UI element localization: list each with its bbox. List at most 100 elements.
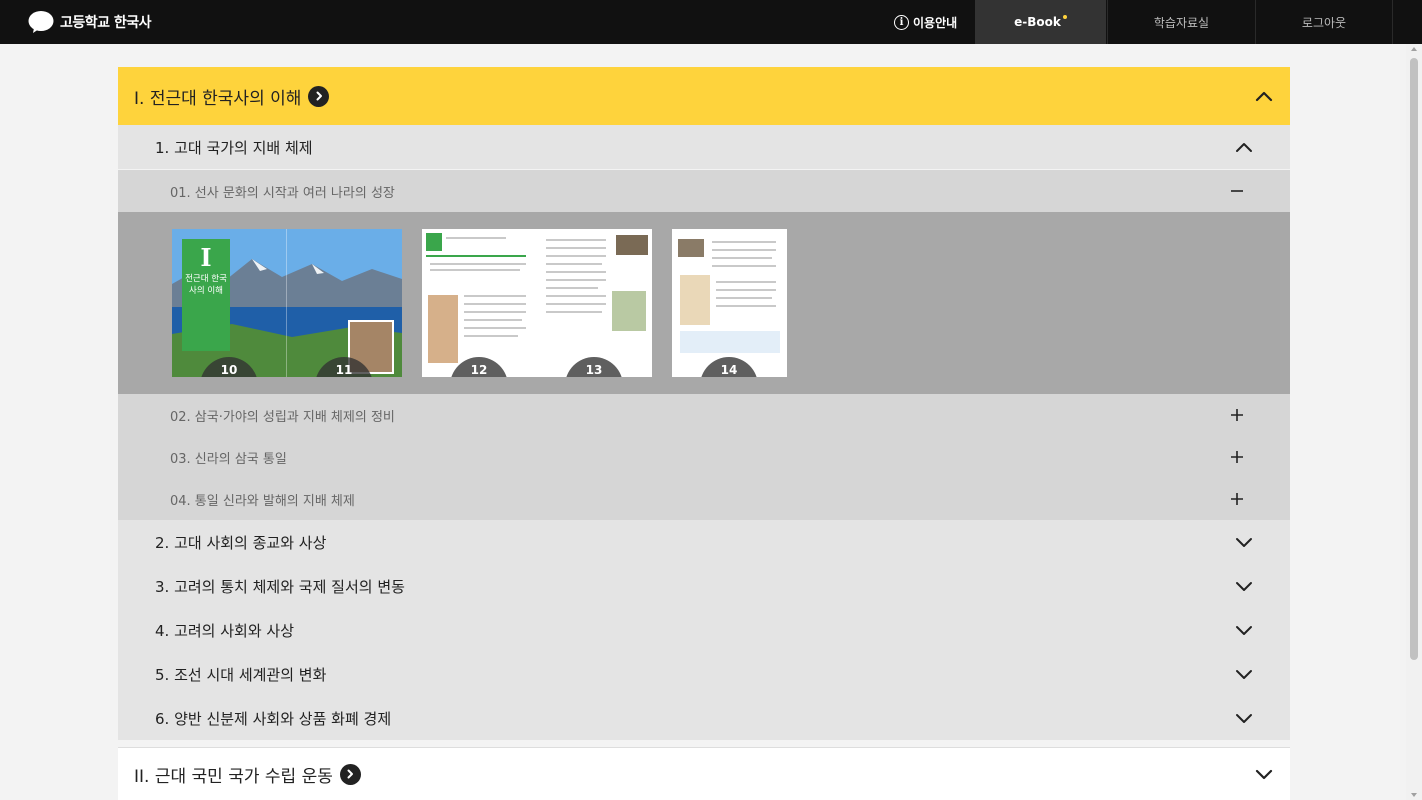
section-title: 03. 신라의 삼국 통일 (170, 451, 287, 467)
chevron-down-icon[interactable] (1234, 708, 1254, 728)
arrow-right-circle-icon[interactable] (308, 85, 330, 107)
tab-ebook[interactable]: e-Book (975, 0, 1106, 44)
section-title: 01. 선사 문화의 시작과 여러 나라의 성장 (170, 185, 395, 201)
section-row[interactable]: 02. 삼국·가야의 성립과 지배 체제의 정비 (118, 394, 1290, 436)
section-row[interactable]: 03. 신라의 삼국 통일 (118, 436, 1290, 478)
text-line (446, 237, 506, 239)
chapter-title: 6. 양반 신분제 사회와 상품 화폐 경제 (155, 709, 392, 728)
page-number-badge[interactable]: 12 (450, 357, 508, 377)
plus-icon[interactable] (1230, 408, 1244, 422)
info-icon: i (894, 14, 909, 30)
page-number-badge[interactable]: 13 (565, 357, 623, 377)
chevron-down-icon[interactable] (1234, 576, 1254, 596)
page-scrollbar[interactable] (1406, 44, 1422, 800)
text-line (716, 281, 776, 283)
text-line (546, 271, 606, 273)
chevron-down-icon[interactable] (1234, 532, 1254, 552)
chapter-number-block (426, 233, 442, 251)
app-title: 고등학교 한국사 (60, 15, 152, 31)
speech-bubble-logo-icon (28, 11, 54, 33)
unit-title: I. 전근대 한국사의 이해 (134, 88, 302, 109)
section-title: 04. 통일 신라와 발해의 지배 체제 (170, 493, 355, 509)
chapter-title: 3. 고려의 통치 체제와 국제 질서의 변동 (155, 577, 405, 596)
text-line (712, 249, 776, 251)
page-spread-12-13[interactable]: 12 13 (422, 229, 652, 377)
cover-unit-numeral: I (200, 243, 212, 272)
page-number-badge[interactable]: 14 (700, 357, 758, 377)
text-line (546, 287, 598, 289)
text-line (464, 327, 526, 329)
plus-icon[interactable] (1230, 492, 1244, 506)
text-line (464, 319, 522, 321)
chevron-up-icon[interactable] (1254, 86, 1274, 106)
text-line (464, 335, 518, 337)
chapter-row[interactable]: 4. 고려의 사회와 사상 (118, 608, 1290, 652)
page-thumbnails-panel: I 전근대 한국사의 이해 10 11 12 13 14 (118, 212, 1290, 394)
guide-link[interactable]: i 이용안내 (894, 0, 957, 44)
text-line (464, 303, 526, 305)
top-navigation-bar: 고등학교 한국사 i 이용안내 e-Book 학습자료실 로그아웃 (0, 0, 1422, 44)
chevron-down-icon[interactable] (1254, 764, 1274, 784)
chapter-title: 2. 고대 사회의 종교와 사상 (155, 533, 327, 552)
text-line (464, 295, 526, 297)
minus-icon[interactable] (1230, 184, 1244, 198)
text-line (430, 263, 526, 265)
chapter-row[interactable]: 3. 고려의 통치 체제와 국제 질서의 변동 (118, 564, 1290, 608)
scroll-down-arrow-icon[interactable] (1411, 793, 1417, 797)
guide-label: 이용안내 (913, 15, 958, 30)
text-line (546, 239, 606, 241)
map-illustration (612, 291, 646, 331)
unit-header-1[interactable]: I. 전근대 한국사의 이해 (118, 67, 1290, 125)
text-line (546, 279, 606, 281)
chevron-up-icon[interactable] (1234, 137, 1254, 157)
new-indicator-dot (1062, 15, 1067, 19)
section-title: 02. 삼국·가야의 성립과 지배 체제의 정비 (170, 409, 395, 425)
tab-study-materials-label: 학습자료실 (1153, 15, 1210, 30)
scroll-up-arrow-icon[interactable] (1411, 47, 1417, 51)
chevron-down-icon[interactable] (1234, 664, 1254, 684)
text-line (426, 255, 526, 257)
chapter-row[interactable]: 2. 고대 사회의 종교와 사상 (118, 520, 1290, 564)
section-row[interactable]: 01. 선사 문화의 시작과 여러 나라의 성장 (118, 170, 1290, 212)
tab-logout-label: 로그아웃 (1301, 15, 1347, 30)
page-14[interactable]: 14 (672, 229, 787, 377)
text-line (546, 255, 606, 257)
tab-study-materials[interactable]: 학습자료실 (1107, 0, 1255, 44)
text-line (546, 247, 606, 249)
text-line (716, 297, 772, 299)
section-row[interactable]: 04. 통일 신라와 발해의 지배 체제 (118, 478, 1290, 520)
text-line (716, 289, 776, 291)
text-line (464, 311, 526, 313)
text-line (712, 265, 776, 267)
text-line (430, 269, 520, 271)
text-line (546, 263, 602, 265)
chapter-row[interactable]: 5. 조선 시대 세계관의 변화 (118, 652, 1290, 696)
chapter-title: 5. 조선 시대 세계관의 변화 (155, 665, 327, 684)
tab-ebook-label: e-Book (1014, 15, 1061, 29)
text-line (712, 241, 776, 243)
arrow-right-circle-icon[interactable] (339, 763, 361, 785)
text-line (716, 305, 776, 307)
text-line (546, 295, 606, 297)
info-box (680, 331, 780, 353)
dolmen-photo (616, 235, 648, 255)
unit-title: II. 근대 국민 국가 수립 운동 (134, 766, 333, 787)
chapter-row[interactable]: 1. 고대 국가의 지배 체제 (118, 125, 1290, 169)
tab-logout[interactable]: 로그아웃 (1255, 0, 1393, 44)
page-spread-10-11[interactable]: I 전근대 한국사의 이해 10 11 (172, 229, 402, 377)
cover-unit-title: 전근대 한국사의 이해 (185, 274, 227, 296)
map-illustration (680, 275, 710, 325)
text-line (712, 257, 772, 259)
scrollbar-thumb[interactable] (1410, 58, 1418, 660)
chevron-down-icon[interactable] (1234, 620, 1254, 640)
plus-icon[interactable] (1230, 450, 1244, 464)
chapter-title: 1. 고대 국가의 지배 체제 (155, 138, 313, 157)
text-line (546, 311, 602, 313)
artifact-illustration (428, 295, 458, 363)
logo[interactable]: 고등학교 한국사 (28, 10, 152, 34)
chapter-row[interactable]: 6. 양반 신분제 사회와 상품 화폐 경제 (118, 696, 1290, 740)
artifact-photo (678, 239, 704, 257)
text-line (546, 303, 606, 305)
unit-header-2[interactable]: II. 근대 국민 국가 수립 운동 (118, 747, 1290, 800)
chapter-title: 4. 고려의 사회와 사상 (155, 621, 295, 640)
